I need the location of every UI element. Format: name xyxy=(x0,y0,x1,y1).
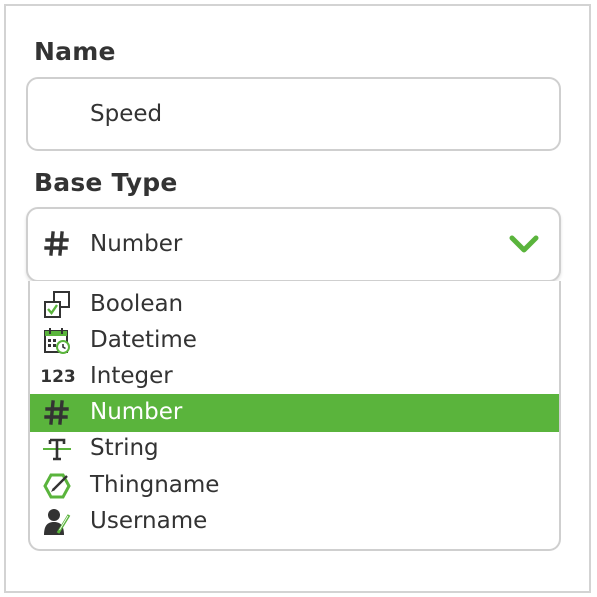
user-pen-icon xyxy=(42,507,72,537)
option-datetime[interactable]: Datetime xyxy=(30,322,559,360)
option-string[interactable]: String xyxy=(30,430,559,468)
option-label: Boolean xyxy=(90,291,184,317)
chevron-down-icon[interactable] xyxy=(509,233,539,259)
hash-icon xyxy=(44,229,70,263)
option-label: Thingname xyxy=(90,472,220,498)
thingname-icon xyxy=(42,471,72,501)
integer-123-icon: 123 xyxy=(40,367,76,387)
option-label: Username xyxy=(90,508,208,534)
option-label: String xyxy=(90,435,159,461)
boolean-icon xyxy=(42,290,72,320)
name-input[interactable] xyxy=(26,77,561,151)
selected-type-value: Number xyxy=(90,231,183,257)
name-label: Name xyxy=(34,37,116,66)
option-label: Datetime xyxy=(90,327,197,353)
option-boolean[interactable]: Boolean xyxy=(30,286,559,324)
option-username[interactable]: Username xyxy=(30,503,559,541)
option-integer[interactable]: 123 Integer xyxy=(30,358,559,396)
option-thingname[interactable]: Thingname xyxy=(30,467,559,505)
option-label: Integer xyxy=(90,363,173,389)
text-t-icon xyxy=(42,434,72,464)
calendar-icon xyxy=(42,326,72,356)
base-type-label: Base Type xyxy=(34,168,178,197)
hash-icon xyxy=(42,398,72,428)
type-dropdown-list: Boolean Datetime 123 Integer Number Stri… xyxy=(28,281,561,551)
option-number[interactable]: Number xyxy=(30,394,559,432)
option-label: Number xyxy=(90,399,183,425)
base-type-select[interactable]: Number xyxy=(26,207,561,282)
